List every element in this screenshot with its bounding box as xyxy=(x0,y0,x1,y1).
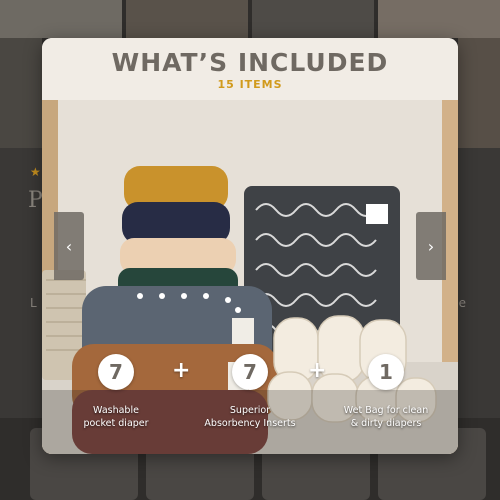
background-image xyxy=(126,0,248,38)
item-label-absorbency-inserts: Superior Absorbency Inserts xyxy=(185,404,315,430)
chevron-right-icon: › xyxy=(427,236,435,256)
item-label-line: pocket diaper xyxy=(83,418,149,429)
background-image xyxy=(0,38,42,148)
item-label-line: & dirty diapers xyxy=(350,418,422,429)
background-image xyxy=(378,0,500,38)
modal-subtitle: 15 ITEMS xyxy=(217,78,283,91)
item-label-wet-bag: Wet Bag for clean & dirty diapers xyxy=(321,404,451,430)
item-count-badge: 1 xyxy=(368,354,404,390)
modal-header: WHAT’S INCLUDED 15 ITEMS xyxy=(42,38,458,100)
plus-separator: + xyxy=(308,358,327,383)
background-image xyxy=(252,0,374,38)
background-text: e xyxy=(458,296,466,310)
star-icon: ★ xyxy=(30,165,41,179)
item-label-line: Washable xyxy=(93,405,139,416)
plus-separator: + xyxy=(172,358,191,383)
chevron-left-icon: ‹ xyxy=(65,236,73,256)
background-product-title: P xyxy=(28,188,43,213)
background-image xyxy=(0,0,122,38)
item-label-line: Wet Bag for clean xyxy=(343,405,429,416)
background-image xyxy=(458,38,500,148)
background-text: L xyxy=(30,296,37,310)
item-label-line: Absorbency Inserts xyxy=(204,418,296,429)
background-image-strip xyxy=(0,0,500,38)
modal-title: WHAT’S INCLUDED xyxy=(111,48,389,77)
item-count-badge: 7 xyxy=(232,354,268,390)
included-items-row: 7 + 7 + 1 Washable pocket diaper Superio… xyxy=(42,354,458,454)
item-count-badge: 7 xyxy=(98,354,134,390)
item-label-line: Superior xyxy=(229,405,271,416)
item-label-washable-diaper: Washable pocket diaper xyxy=(51,404,181,430)
previous-slide-button[interactable]: ‹ xyxy=(54,212,84,280)
whats-included-modal: WHAT’S INCLUDED 15 ITEMS 7 + 7 + 1 Washa… xyxy=(42,38,458,454)
next-slide-button[interactable]: › xyxy=(416,212,446,280)
